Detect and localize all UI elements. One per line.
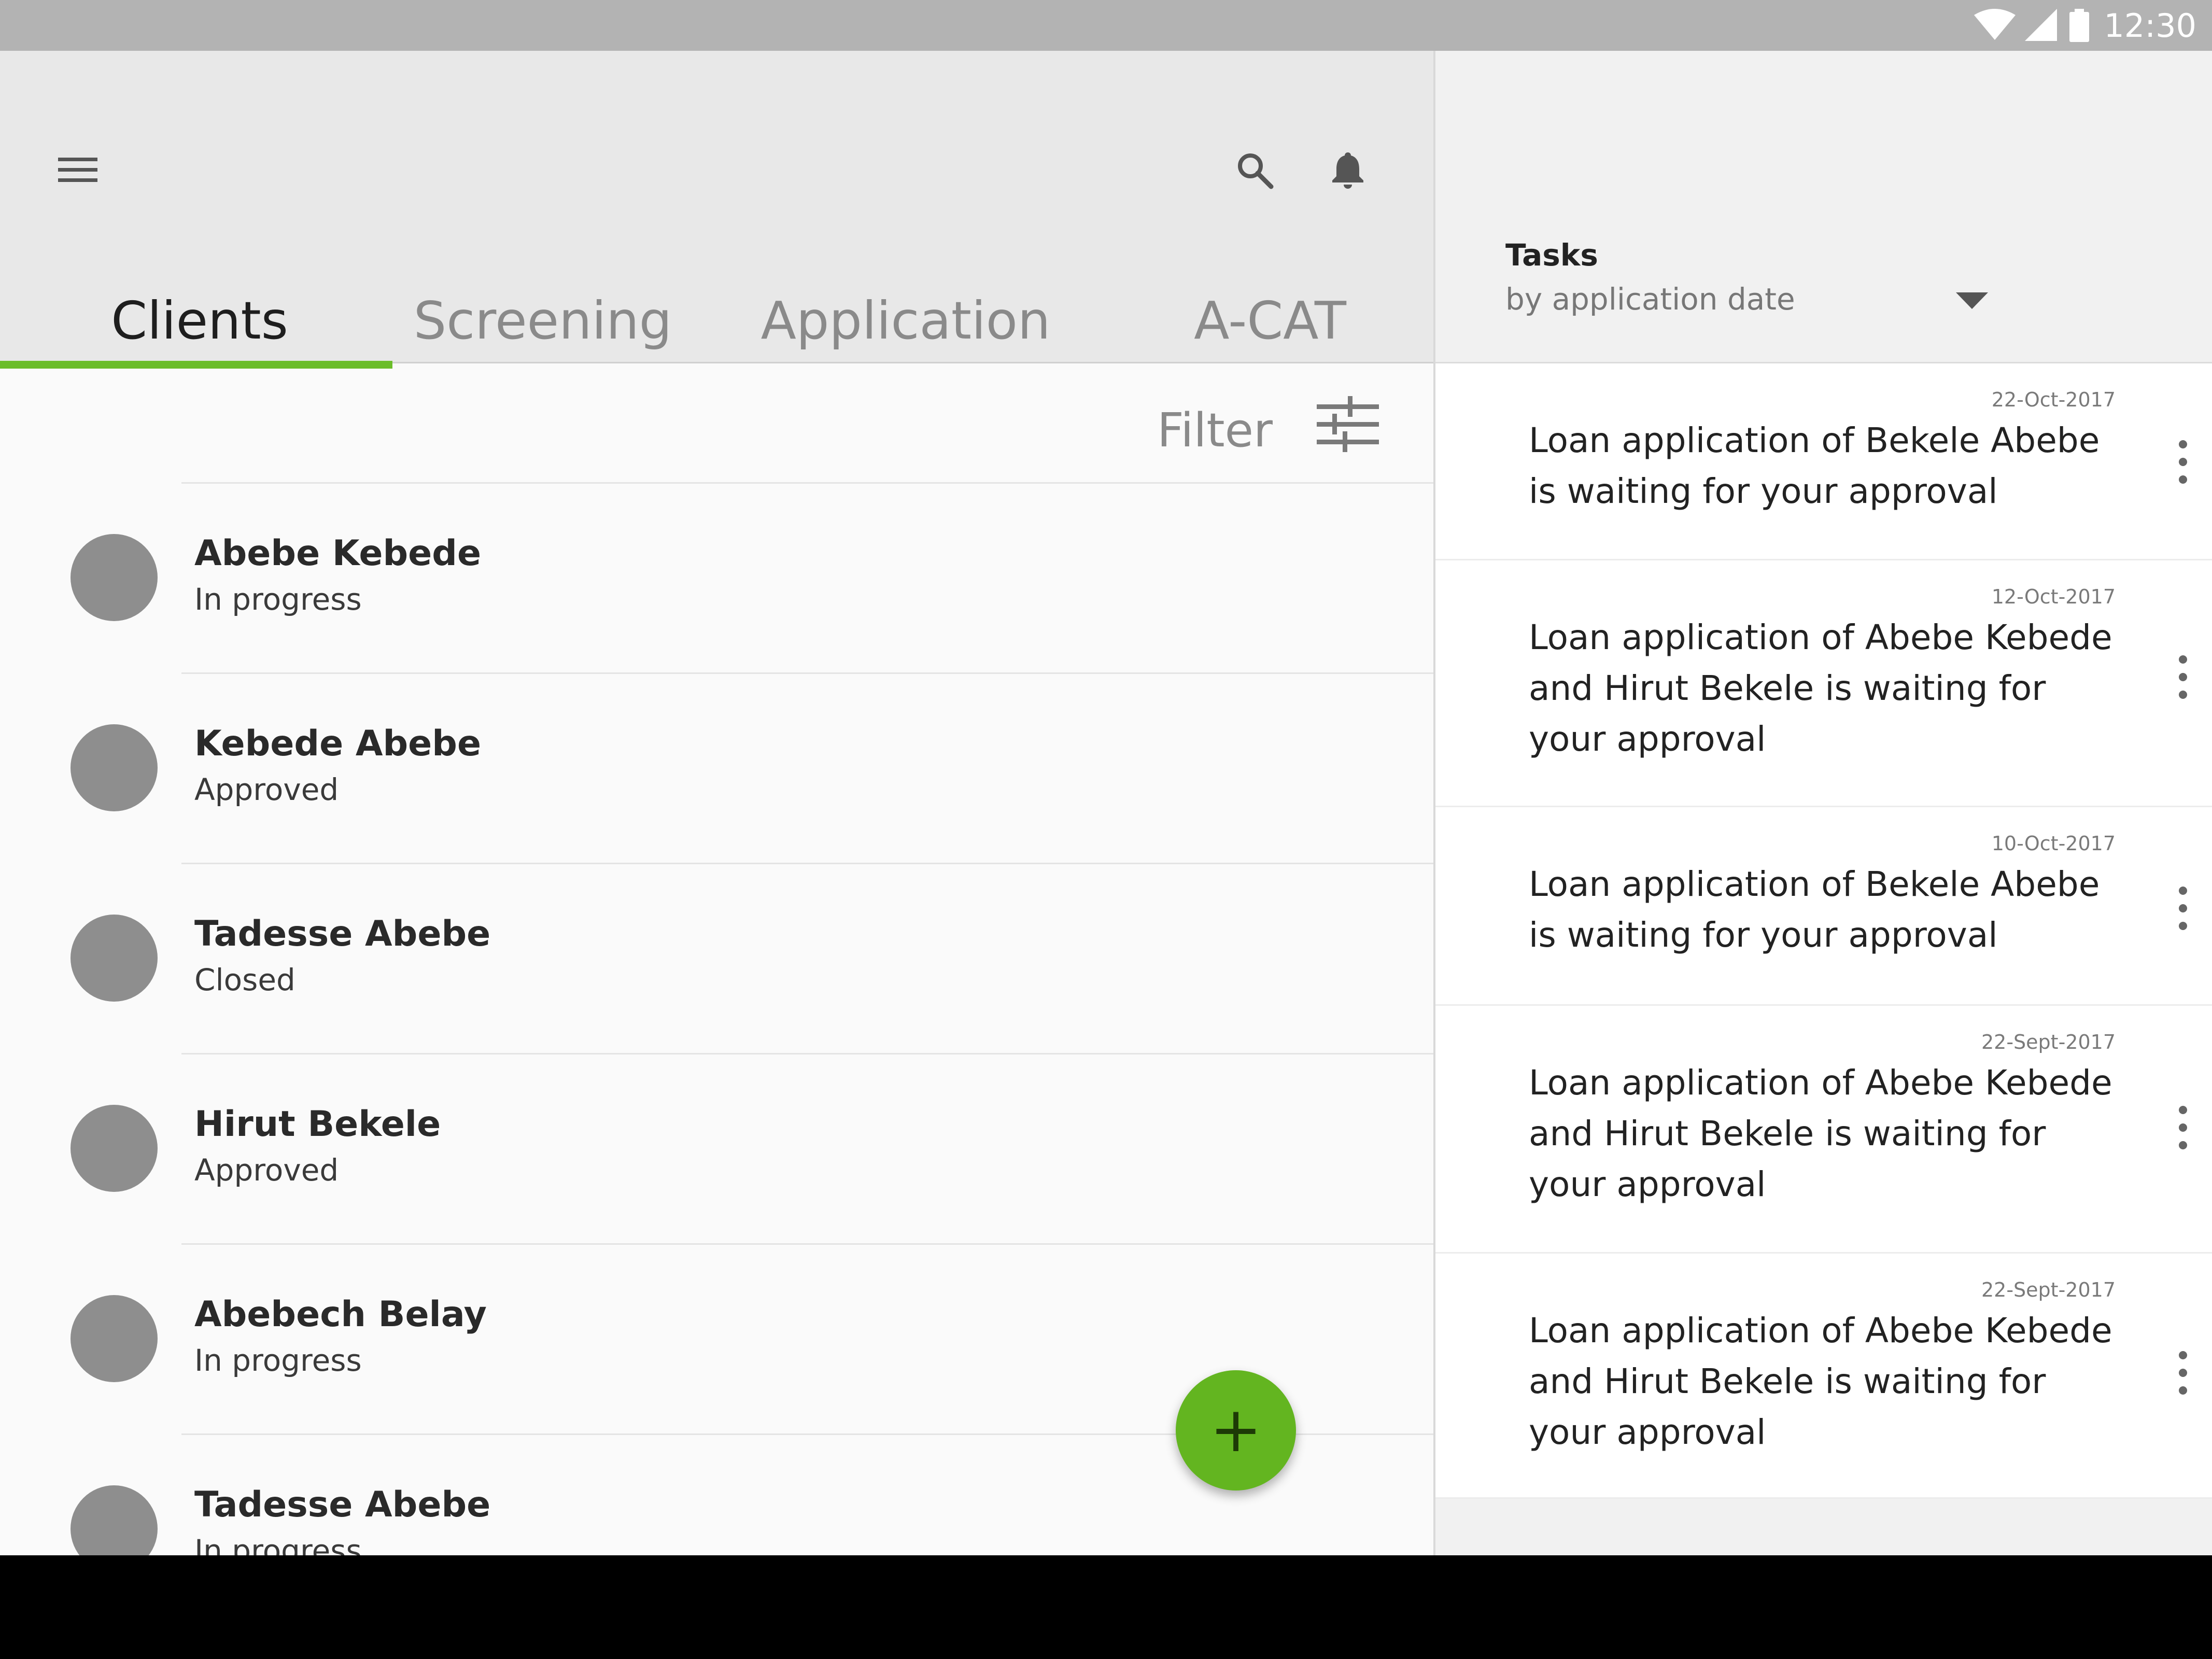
divider — [181, 1243, 1433, 1245]
client-name: Hirut Bekele — [194, 1104, 441, 1145]
tab-screening-label: Screening — [413, 290, 672, 351]
divider — [181, 482, 1433, 484]
client-status: In progress — [194, 1533, 362, 1555]
wifi-icon — [1974, 9, 2016, 40]
client-status: Closed — [194, 962, 295, 997]
sort-selector[interactable]: by application date — [1505, 282, 1795, 317]
divider — [181, 863, 1433, 864]
task-text: Loan application of Abebe Kebede and Hir… — [1529, 617, 2112, 759]
task-date: 10-Oct-2017 — [1991, 832, 2116, 855]
cell-signal-icon — [2025, 9, 2058, 41]
clock: 12:30 — [2104, 6, 2196, 45]
task-item[interactable]: 22-Sept-2017 Loan application of Abebe K… — [1435, 1006, 2212, 1254]
active-tab-indicator — [0, 361, 392, 369]
tab-clients[interactable]: Clients — [18, 279, 381, 362]
avatar — [71, 534, 158, 621]
task-list: 22-Oct-2017 Loan application of Bekele A… — [1435, 363, 2212, 1499]
task-date: 22-Sept-2017 — [1981, 1278, 2116, 1301]
avatar — [71, 1485, 158, 1555]
client-name: Abebech Belay — [194, 1294, 487, 1335]
more-vert-icon[interactable] — [2173, 651, 2193, 703]
avatar — [71, 724, 158, 811]
client-status: Approved — [194, 772, 339, 807]
divider — [181, 1053, 1433, 1055]
clients-pane: Clients Screening Application A-CAT Filt… — [0, 51, 1433, 1555]
add-client-button[interactable]: + — [1176, 1370, 1296, 1491]
more-vert-icon[interactable] — [2173, 1347, 2193, 1399]
client-name: Tadesse Abebe — [194, 1484, 491, 1525]
task-date: 22-Sept-2017 — [1981, 1031, 2116, 1053]
task-date: 22-Oct-2017 — [1991, 388, 2116, 411]
tasks-header: Tasks by application date — [1435, 51, 2212, 363]
bell-icon[interactable] — [1327, 149, 1369, 191]
task-text: Loan application of Abebe Kebede and Hir… — [1529, 1311, 2112, 1452]
search-icon[interactable] — [1234, 149, 1275, 191]
client-row[interactable]: Tadesse Abebe Closed — [0, 863, 1433, 1053]
task-text: Loan application of Abebe Kebede and Hir… — [1529, 1063, 2112, 1204]
client-name: Kebede Abebe — [194, 723, 482, 764]
client-row[interactable]: Abebe Kebede In progress — [0, 482, 1433, 672]
filter-button[interactable]: Filter — [1157, 403, 1273, 458]
battery-icon — [2069, 9, 2090, 42]
tab-screening[interactable]: Screening — [361, 279, 724, 362]
client-name: Abebe Kebede — [194, 533, 482, 574]
status-icons: 12:30 — [1974, 0, 2196, 51]
tasks-title: Tasks — [1505, 237, 1598, 273]
filter-bar: Filter — [0, 383, 1433, 486]
task-date: 12-Oct-2017 — [1991, 585, 2116, 608]
more-vert-icon[interactable] — [2173, 1102, 2193, 1154]
task-text: Loan application of Bekele Abebe is wait… — [1529, 420, 2100, 511]
more-vert-icon[interactable] — [2173, 882, 2193, 934]
menu-icon[interactable] — [57, 149, 98, 191]
avatar — [71, 1295, 158, 1382]
app-bar: Clients Screening Application A-CAT — [0, 51, 1433, 363]
tab-bar: Clients Screening Application A-CAT — [0, 279, 1433, 362]
tasks-pane: Tasks by application date 22-Oct-2017 Lo… — [1433, 51, 2212, 1555]
client-row[interactable]: Kebede Abebe Approved — [0, 672, 1433, 863]
client-name: Tadesse Abebe — [194, 913, 491, 954]
status-bar: 12:30 — [0, 0, 2212, 51]
plus-icon: + — [1209, 1394, 1262, 1466]
divider — [181, 672, 1433, 674]
tab-application[interactable]: Application — [724, 279, 1087, 362]
task-item[interactable]: 22-Oct-2017 Loan application of Bekele A… — [1435, 363, 2212, 560]
client-status: In progress — [194, 582, 362, 617]
tab-a-cat[interactable]: A-CAT — [1089, 279, 1433, 362]
client-status: Approved — [194, 1152, 339, 1188]
task-item[interactable]: 10-Oct-2017 Loan application of Bekele A… — [1435, 807, 2212, 1006]
task-text: Loan application of Bekele Abebe is wait… — [1529, 864, 2100, 955]
client-status: In progress — [194, 1343, 362, 1378]
tab-a-cat-label: A-CAT — [1194, 290, 1346, 351]
more-vert-icon[interactable] — [2173, 436, 2193, 488]
avatar — [71, 1105, 158, 1192]
tab-clients-label: Clients — [111, 290, 288, 351]
task-item[interactable]: 12-Oct-2017 Loan application of Abebe Ke… — [1435, 560, 2212, 807]
avatar — [71, 915, 158, 1002]
task-item[interactable]: 22-Sept-2017 Loan application of Abebe K… — [1435, 1254, 2212, 1499]
dropdown-arrow-icon[interactable] — [1954, 290, 1990, 311]
tune-icon[interactable] — [1317, 393, 1379, 455]
tab-application-label: Application — [760, 290, 1051, 351]
client-row[interactable]: Hirut Bekele Approved — [0, 1053, 1433, 1243]
